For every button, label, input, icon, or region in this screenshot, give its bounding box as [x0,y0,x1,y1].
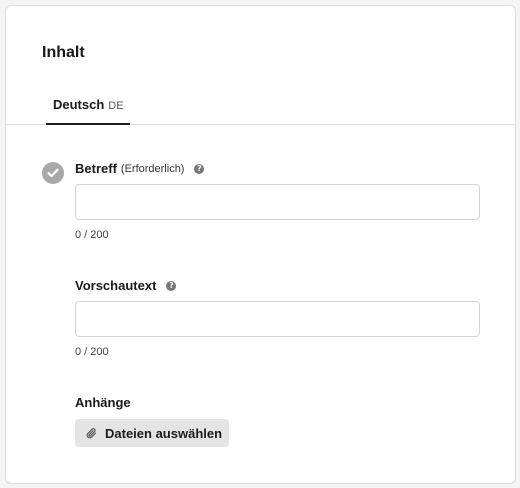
subject-input[interactable] [75,184,480,220]
question-circle-icon[interactable]: ? [194,163,205,174]
tab-language-code: DE [108,100,124,112]
preview-label-row: Vorschautext ? [75,278,177,293]
section-title: Inhalt [42,44,85,61]
preview-label: Vorschautext [75,278,157,293]
subject-char-counter: 0 / 200 [75,229,109,241]
select-files-label: Dateien auswählen [105,425,223,441]
checkmark-circle-icon [42,162,64,184]
tab-deutsch[interactable]: Deutsch DE [46,88,130,125]
language-tabs: Deutsch DE [6,88,515,125]
question-circle-icon[interactable]: ? [166,280,177,291]
subject-label-row: Betreff (Erforderlich) ? [75,161,205,176]
required-hint: (Erforderlich) [120,162,185,175]
preview-char-counter: 0 / 200 [75,346,109,358]
subject-label: Betreff [75,161,117,176]
preview-text-input[interactable] [75,301,480,337]
content-card: Inhalt Deutsch DE Betreff (Erforderlich) … [5,5,516,484]
select-files-button[interactable]: Dateien auswählen [75,419,229,447]
tab-label: Deutsch [53,97,105,112]
attachments-label: Anhänge [75,395,131,410]
paperclip-icon [85,427,98,440]
